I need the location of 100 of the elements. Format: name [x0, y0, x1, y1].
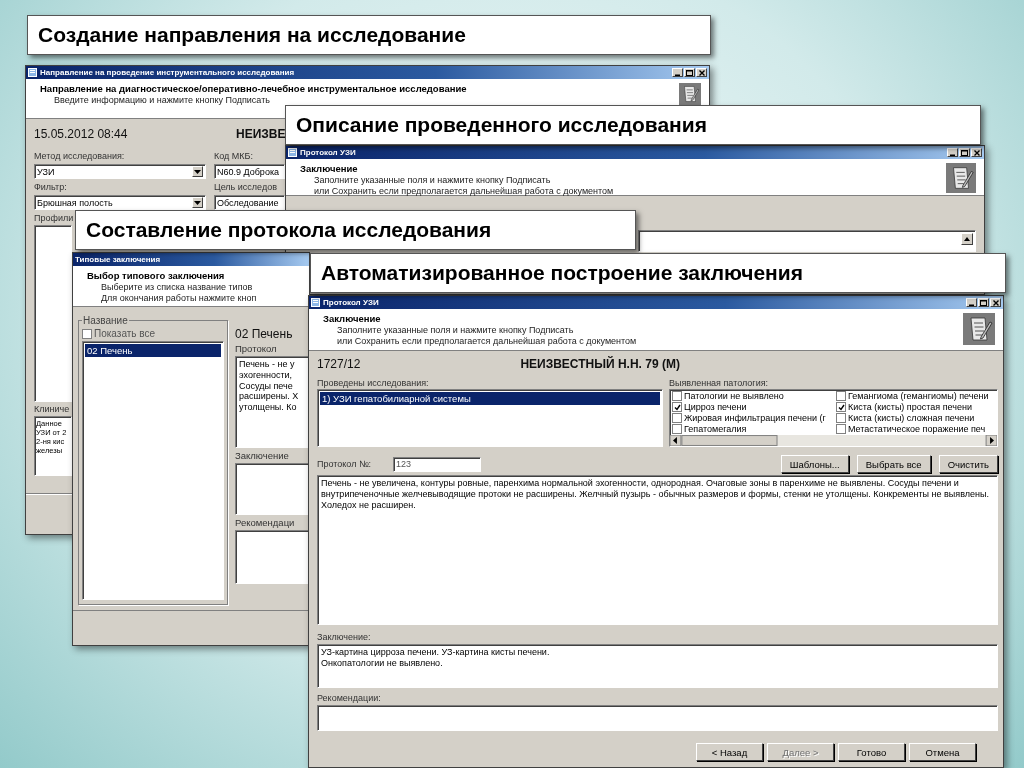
slide-caption: Описание проведенного исследования [285, 105, 981, 145]
toolbar-button[interactable]: Выбрать все [856, 455, 931, 473]
checkbox[interactable] [836, 402, 846, 413]
field-label: Профили [34, 213, 75, 223]
toolbar-button[interactable]: Очистить [938, 455, 998, 473]
patient-name: НЕИЗВЕ [235, 127, 287, 141]
checkbox[interactable] [672, 412, 682, 423]
checkbox[interactable] [836, 423, 846, 434]
checkbox[interactable] [672, 423, 682, 434]
horizontal-scrollbar[interactable] [670, 435, 997, 446]
record-number: 1727/12 [317, 357, 361, 371]
header-instruction: Выберите из списка название типов [100, 282, 254, 292]
caret-icon [194, 200, 201, 205]
maximize-icon [980, 299, 987, 306]
scroll-up-button[interactable] [961, 233, 973, 245]
header-instruction: Введите информацию и нажмите кнопку Подписать [53, 95, 271, 105]
field-label: Цель исследов [214, 182, 278, 192]
close-button[interactable] [990, 298, 1001, 307]
field-label: Заключение: [317, 632, 372, 642]
text-area[interactable] [317, 475, 998, 625]
caret-icon [964, 237, 970, 241]
field-label: Код МКБ: [214, 151, 254, 161]
field-label: Протокол №: [317, 459, 372, 469]
text-area[interactable]: УЗ-картина цирроза печени. УЗ-картина кисты печени. Онкопатологии не выявлено. [317, 644, 998, 688]
text-area[interactable] [638, 230, 976, 252]
protocol-text: Печень - не увеличена, контуры ровные, паренхима нормальной эхогенности, однородная. Очаговые зоны в паренхиме не выявлены. Сосуды печени и внутрипеченочные желчевыводящие протоки не расширены. Желчный пузырь - обычных размеров и формы, стенки не утолщены. Конкременты не выявлены. Холедох не расширен. [321, 478, 990, 511]
checkbox-label: Киста (кисты) сложная печени [848, 412, 975, 423]
header-instruction: Заполните указанные поля и нажмите кнопку Подписать [336, 325, 575, 335]
nav-button[interactable]: Готово [838, 743, 905, 761]
maximize-button[interactable] [978, 298, 989, 307]
checkbox-label: Патологии не выявлено [684, 391, 784, 402]
header-instruction: или Сохранить если предполагается дальнейшая работа с документом [336, 336, 637, 346]
text-line: Онкопатологии не выявлено. [321, 657, 444, 669]
minimize-button[interactable] [966, 298, 977, 307]
text-line: утолщены. Ко [239, 402, 298, 413]
window-title: Направление на проведение инструментального исследования [40, 68, 296, 77]
toolbar-button[interactable]: Шаблоны... [780, 455, 849, 473]
window-icon [311, 298, 320, 307]
close-button[interactable] [696, 68, 707, 77]
field-label: Проведены исследования: [317, 378, 430, 388]
document-pen-icon [946, 163, 976, 193]
close-button[interactable] [971, 148, 982, 157]
list-item[interactable]: 02 Печень [85, 344, 221, 357]
checkbox-label: Жировая инфильтрация печени (г [684, 412, 826, 423]
maximize-button[interactable] [684, 68, 695, 77]
close-icon [992, 299, 999, 306]
close-icon [973, 149, 980, 156]
close-icon [698, 69, 705, 76]
list-item[interactable]: 1) УЗИ гепатобилиарной системы [320, 392, 660, 405]
text-line: эхогенности, [239, 369, 294, 381]
text-area[interactable]: Печень - не у эхогенности, Сосуды пече расширены. Х утолщены. Ко [235, 356, 309, 448]
window-title: Типовые заключения [75, 255, 162, 264]
checkbox-label: Киста (кисты) простая печени [848, 402, 972, 413]
header-instruction: Для окончания работы нажмите кноп [100, 293, 257, 303]
checkbox[interactable] [672, 391, 682, 402]
minimize-button[interactable] [672, 68, 683, 77]
document-pen-icon [963, 313, 995, 345]
checkbox[interactable] [836, 412, 846, 423]
header-title: Заключение [300, 163, 359, 174]
nav-button[interactable]: Отмена [909, 743, 976, 761]
field-label: Рекомендации: [317, 693, 382, 703]
checkbox[interactable] [672, 402, 682, 413]
input-field[interactable]: Обследование [214, 195, 285, 210]
text-area[interactable] [317, 705, 998, 731]
text-area[interactable] [235, 530, 309, 584]
field-label: Рекомендаци [235, 517, 296, 528]
document-pen-icon [679, 83, 701, 105]
window-icon [28, 68, 37, 77]
checkbox-label: Показать все [94, 328, 156, 339]
input-field[interactable]: N60.9 Доброка [214, 164, 285, 179]
nav-button[interactable]: < Назад [696, 743, 763, 761]
header-title: Заключение [323, 313, 382, 324]
checkbox[interactable] [836, 391, 846, 402]
maximize-button[interactable] [959, 148, 970, 157]
slide-caption: Создание направления на исследование [27, 15, 711, 55]
dropdown[interactable]: Брюшная полость [34, 195, 206, 210]
header-instruction: Заполните указанные поля и нажмите кнопку Подписать [313, 175, 552, 185]
checkbox-label: Гепатомегалия [684, 423, 747, 434]
text-line: Сосуды пече [239, 380, 294, 392]
text-line: УЗ-картина цирроза печени. УЗ-картина кисты печени. [321, 647, 551, 658]
field-label: Фильтр: [34, 182, 68, 192]
text-area[interactable] [34, 225, 72, 402]
minimize-button[interactable] [947, 148, 958, 157]
maximize-icon [686, 69, 693, 76]
field-label: Протокол [235, 343, 278, 354]
field-label: Метод исследования: [34, 151, 126, 161]
checkbox[interactable] [82, 328, 92, 339]
field-label: Выявленная патология: [669, 378, 770, 388]
template-title: 02 Печень [235, 327, 294, 341]
date-time: 15.05.2012 08:44 [34, 127, 129, 141]
dropdown[interactable]: УЗИ [34, 164, 206, 179]
window-icon [288, 148, 297, 157]
header-title: Направление на диагностическое/оперативно-лечебное инструментальное исследование [40, 83, 467, 94]
maximize-icon [961, 149, 968, 156]
text-area[interactable] [235, 463, 309, 515]
window-title: Протокол УЗИ [323, 298, 380, 307]
input-field[interactable]: 123 [393, 456, 482, 472]
slide-caption: Составление протокола исследования [75, 210, 636, 250]
window-title: Протокол УЗИ [300, 148, 357, 157]
checkbox-label: Метастатическое поражение печ [848, 423, 986, 434]
